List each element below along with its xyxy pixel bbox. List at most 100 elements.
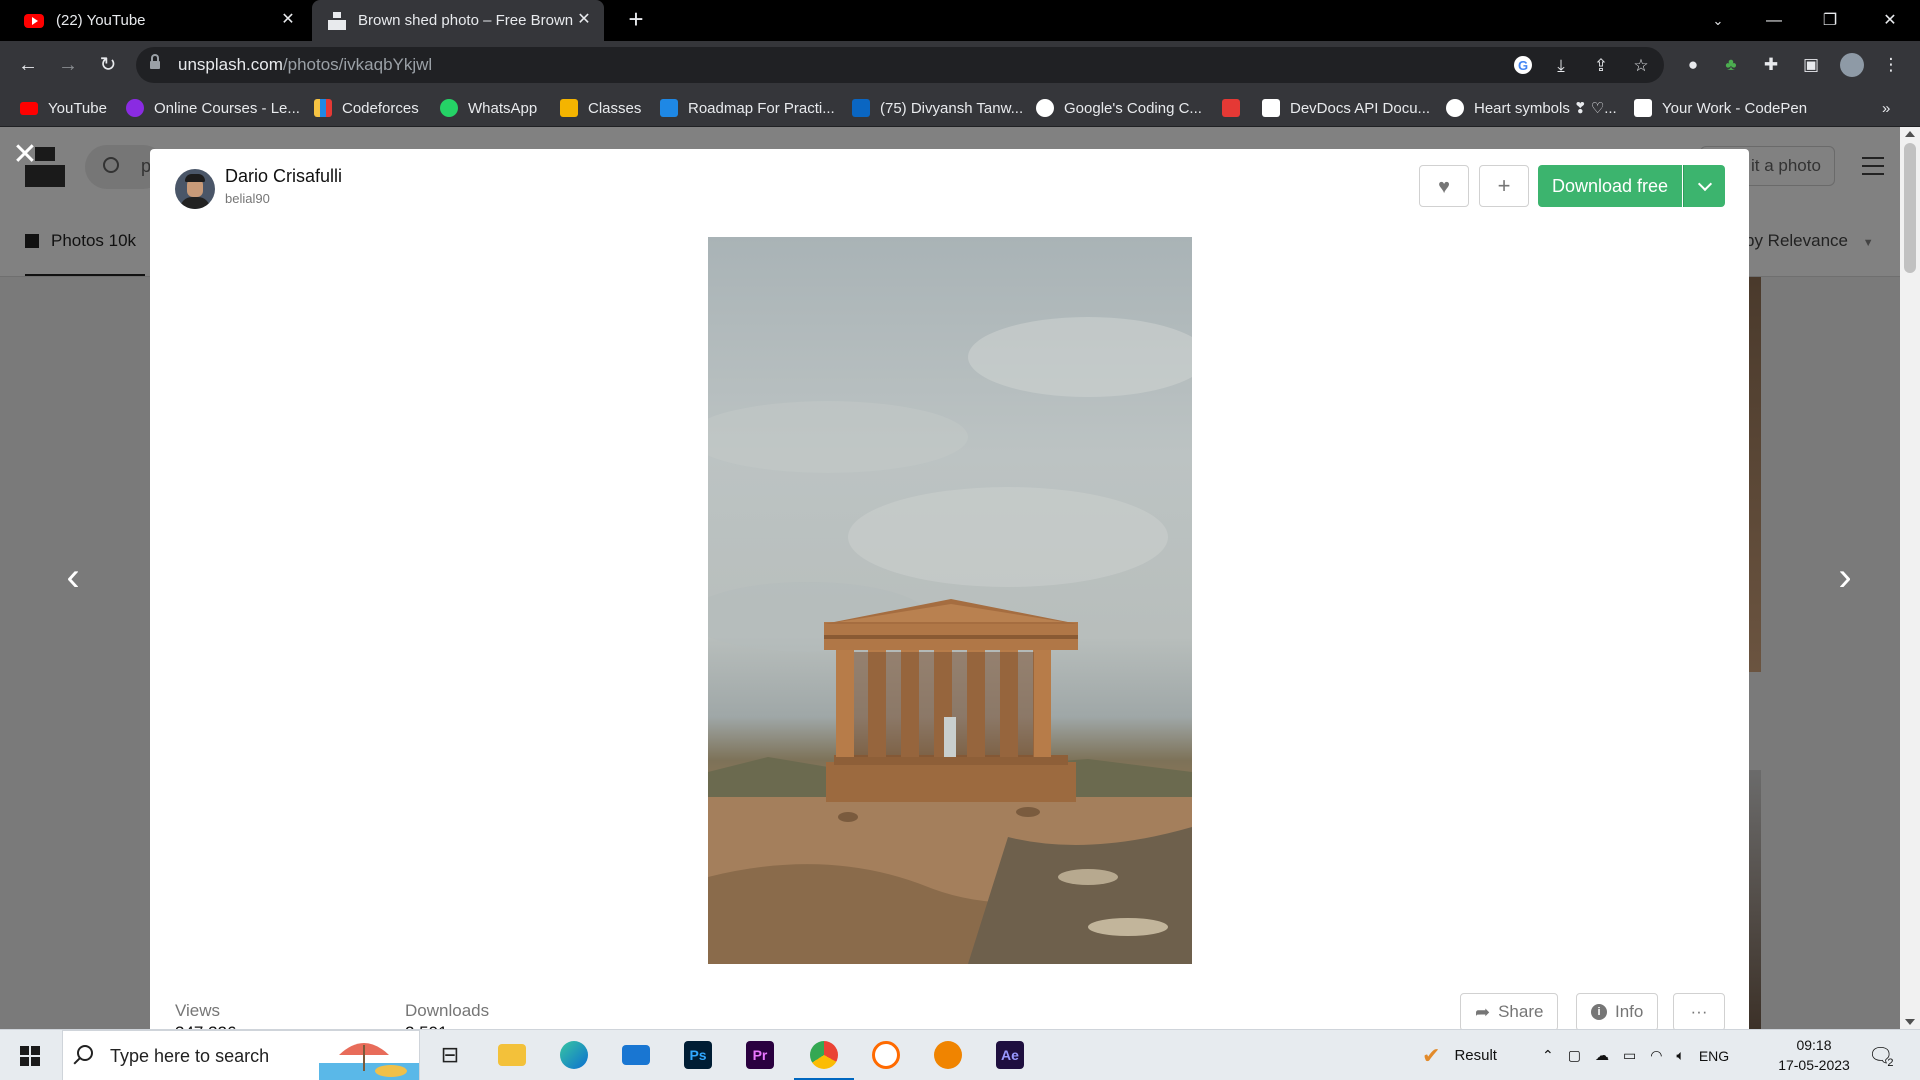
search-placeholder: Type here to search (110, 1046, 270, 1066)
next-photo-icon[interactable]: › (1830, 557, 1860, 599)
bookmark-whatsapp[interactable]: WhatsApp (440, 97, 537, 119)
meet-now-icon[interactable]: ▢ (1568, 1047, 1581, 1064)
unsplash-icon (328, 11, 346, 30)
close-modal-icon[interactable]: ✕ (12, 140, 38, 170)
bookmark-google-coding[interactable]: Google's Coding C... (1036, 97, 1202, 119)
tab-unsplash[interactable]: Brown shed photo – Free Brown Image on U… (312, 0, 604, 41)
bookmark-heart-symbols[interactable]: Heart symbols ❣ ♡... (1446, 97, 1617, 119)
address-bar[interactable]: unsplash.com/photos/ivkaqbYkjwl G ⤓ ⇪ ☆ (136, 47, 1664, 83)
cloud-icon[interactable]: ☁ (1595, 1047, 1609, 1064)
hamburger-menu-icon[interactable] (1862, 157, 1884, 181)
share-page-icon[interactable]: ⇪ (1590, 55, 1612, 77)
tab-title: (22) YouTube (56, 12, 146, 29)
notifications-button[interactable]: 🗨︎ 2 (1868, 1030, 1894, 1080)
install-app-icon[interactable]: ⤓ (1550, 55, 1572, 77)
bookmark-youtube[interactable]: YouTube (20, 97, 107, 119)
edge-icon[interactable] (556, 1037, 592, 1073)
sort-dropdown[interactable]: by Relevance ▼ (1745, 231, 1874, 251)
info-label: Info (1615, 1002, 1644, 1021)
scroll-up-icon[interactable] (1905, 131, 1915, 137)
author-name[interactable]: Dario Crisafulli (225, 166, 342, 187)
image-icon (25, 234, 39, 248)
bookmark-roadmap[interactable]: Roadmap For Practi... (660, 97, 835, 119)
premiere-icon[interactable]: Pr (742, 1037, 778, 1073)
notification-count: 2 (1887, 1056, 1894, 1069)
houdini-icon[interactable] (868, 1037, 904, 1073)
close-window-button[interactable]: ✕ (1862, 0, 1918, 41)
bookmark-label: Roadmap For Practi... (688, 99, 835, 117)
bookmark-devdocs[interactable]: DevDocs API Docu... (1262, 97, 1430, 119)
scroll-down-icon[interactable] (1905, 1019, 1915, 1025)
bookmark-linkedin[interactable]: (75) Divyansh Tanw... (852, 97, 1023, 119)
bookmark-classes[interactable]: Classes (560, 97, 641, 119)
minimize-button[interactable]: — (1746, 0, 1802, 41)
blender-icon[interactable] (930, 1037, 966, 1073)
taskbar-search-input[interactable]: Type here to search (62, 1030, 420, 1080)
tab-search-icon[interactable]: ⌄ (1690, 0, 1746, 41)
url-path: /photos/ivkaqbYkjwl (282, 55, 433, 74)
bookmark-label: YouTube (48, 99, 107, 117)
restore-button[interactable]: ❐ (1802, 0, 1858, 41)
chrome-icon[interactable] (806, 1037, 842, 1073)
page-scrollbar[interactable] (1900, 127, 1920, 1029)
task-view-icon[interactable]: ⊟ (432, 1037, 468, 1073)
share-label: Share (1498, 1002, 1544, 1021)
bookmark-codeforces[interactable]: Codeforces (314, 97, 419, 119)
close-tab-icon[interactable]: ✕ (278, 10, 298, 30)
like-button[interactable]: ♥ (1419, 165, 1469, 207)
system-tray[interactable]: ⌃ ▢ ☁ ▭ ◠ 🔈︎ ENG (1542, 1030, 1729, 1080)
back-icon[interactable]: ← (14, 51, 42, 79)
bookmark-label: Online Courses - Le... (154, 99, 300, 117)
profile-avatar[interactable] (1840, 53, 1864, 77)
download-options-button[interactable] (1683, 165, 1725, 207)
tab-photos[interactable]: Photos 10k (25, 231, 136, 251)
search-highlight-icon (319, 1043, 419, 1080)
menu-icon[interactable]: ⋮ (1880, 54, 1902, 76)
bookmark-codepen[interactable]: Your Work - CodePen (1634, 97, 1807, 119)
volume-icon[interactable]: 🔈︎ (1676, 1047, 1684, 1064)
file-explorer-icon[interactable] (494, 1037, 530, 1073)
bookmark-red[interactable] (1222, 97, 1250, 119)
widget-icon: ✔ (1422, 1042, 1441, 1068)
author-handle[interactable]: belial90 (225, 191, 270, 206)
language-indicator[interactable]: ENG (1699, 1048, 1729, 1064)
battery-icon[interactable]: ▭ (1623, 1047, 1636, 1064)
url-text[interactable]: unsplash.com/photos/ivkaqbYkjwl (178, 55, 432, 75)
author-avatar[interactable] (175, 169, 215, 209)
browser-tab-bar: (22) YouTube ✕ Brown shed photo – Free B… (0, 0, 1920, 41)
background-photo (1749, 770, 1761, 1029)
add-to-collection-button[interactable]: + (1479, 165, 1529, 207)
info-button[interactable]: i Info (1576, 993, 1659, 1029)
download-button[interactable]: Download free (1538, 165, 1682, 207)
main-photo[interactable] (708, 237, 1192, 964)
weather-widget[interactable]: ✔ Result (1422, 1030, 1497, 1080)
url-host: unsplash.com (178, 55, 283, 74)
close-tab-icon[interactable]: ✕ (574, 10, 594, 30)
bookmark-star-icon[interactable]: ☆ (1630, 55, 1652, 77)
tab-youtube[interactable]: (22) YouTube ✕ (0, 0, 308, 41)
after-effects-icon[interactable]: Ae (992, 1037, 1028, 1073)
bookmark-favicon-icon (1222, 99, 1240, 117)
share-button[interactable]: ➦ Share (1460, 993, 1559, 1029)
bookmark-label: Google's Coding C... (1064, 99, 1202, 117)
extension-icon[interactable]: ● (1682, 54, 1704, 76)
google-lens-icon[interactable]: G (1512, 55, 1534, 77)
photoshop-icon[interactable]: Ps (680, 1037, 716, 1073)
scroll-thumb[interactable] (1904, 143, 1916, 273)
wifi-icon[interactable]: ◠ (1650, 1047, 1662, 1064)
bookmark-online-courses[interactable]: Online Courses - Le... (126, 97, 300, 119)
puzzle-icon[interactable]: ✚ (1760, 54, 1782, 76)
clock[interactable]: 09:18 17-05-2023 (1772, 1035, 1856, 1075)
windows-start-icon[interactable] (20, 1046, 40, 1066)
tree-extension-icon[interactable]: ♣ (1720, 54, 1742, 76)
more-actions-button[interactable]: ··· (1673, 993, 1725, 1029)
previous-photo-icon[interactable]: ‹ (58, 557, 88, 599)
chevron-up-icon[interactable]: ⌃ (1542, 1047, 1554, 1064)
mail-icon[interactable] (618, 1037, 654, 1073)
side-panel-icon[interactable]: ▣ (1800, 54, 1822, 76)
more-bookmarks-button[interactable]: » (1882, 97, 1890, 119)
new-tab-button[interactable]: + (624, 6, 648, 32)
reload-icon[interactable]: ↻ (94, 51, 122, 79)
forward-icon[interactable]: → (54, 51, 82, 79)
bookmark-label: (75) Divyansh Tanw... (880, 99, 1024, 117)
